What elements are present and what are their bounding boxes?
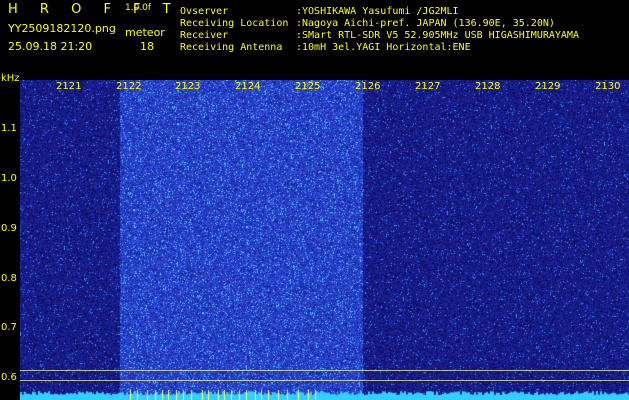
info-value-location: :Nagoya Aichi-pref. JAPAN (136.90E, 35.2… xyxy=(296,18,555,29)
x-tick-label: 2124 xyxy=(235,81,261,92)
y-tick-label: 0.7 xyxy=(1,322,17,333)
info-key-receiver: Receiver xyxy=(180,30,229,41)
x-tick-label: 2130 xyxy=(595,81,621,92)
x-tick-label: 2126 xyxy=(355,81,381,92)
spectrogram-window: H R O F F T 1.0.0f YY2509182120.png 25.0… xyxy=(0,0,629,400)
info-key-antenna: Receiving Antenna xyxy=(180,42,283,53)
y-tick-label: 0.8 xyxy=(1,273,17,284)
x-tick-label: 2128 xyxy=(475,81,501,92)
meteor-label: meteor xyxy=(125,26,165,39)
app-version: 1.0.0f xyxy=(125,3,152,13)
x-tick-label: 2123 xyxy=(175,81,201,92)
y-tick-label: 0.9 xyxy=(1,223,17,234)
x-tick-label: 2122 xyxy=(116,81,142,92)
y-tick-label: 0.6 xyxy=(1,372,17,383)
app-logo: H R O F F T xyxy=(8,2,180,17)
x-tick-label: 2129 xyxy=(535,81,561,92)
meteor-count: 18 xyxy=(140,40,154,53)
reference-line xyxy=(20,370,629,371)
y-axis-unit: kHz xyxy=(1,73,20,84)
x-tick-label: 2125 xyxy=(295,81,321,92)
info-key-location: Receiving Location xyxy=(180,18,289,29)
info-key-observer: Ovserver xyxy=(180,6,229,17)
capture-datetime: 25.09.18 21:20 xyxy=(8,40,93,53)
x-tick-label: 2121 xyxy=(56,81,82,92)
image-filename: YY2509182120.png xyxy=(8,22,116,35)
y-tick-label: 1.1 xyxy=(1,123,17,134)
waterfall-spectrogram xyxy=(20,80,629,400)
reference-line xyxy=(20,380,629,381)
y-tick-label: 1.0 xyxy=(1,173,17,184)
info-value-antenna: :10mH 3el.YAGI Horizontal:ENE xyxy=(296,42,471,53)
x-tick-label: 2127 xyxy=(415,81,441,92)
info-value-observer: :YOSHIKAWA Yasufumi /JG2MLI xyxy=(296,6,459,17)
info-value-receiver: :SMart RTL-SDR V5 52.905MHz USB HIGASHIM… xyxy=(296,30,579,41)
